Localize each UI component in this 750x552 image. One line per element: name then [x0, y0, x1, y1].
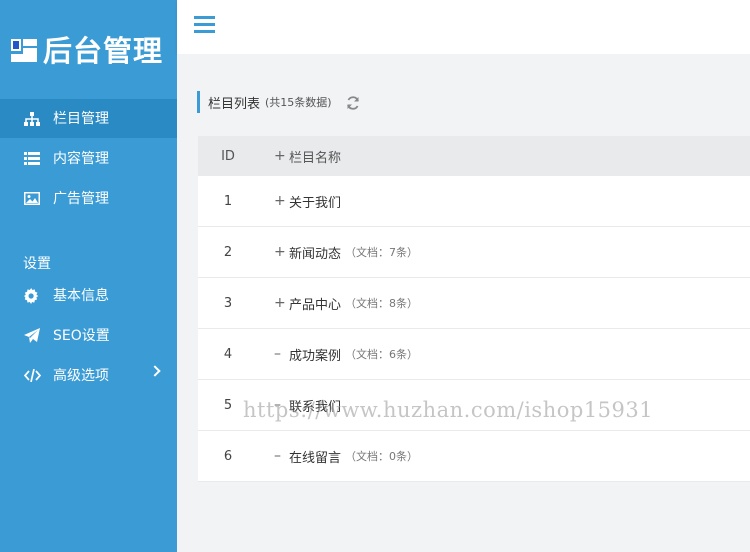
row-name-cell: – 成功案例 （文档：6条） — [258, 345, 418, 364]
sidebar-item-label: 高级选项 — [53, 367, 109, 384]
table-row: 2 + 新闻动态 （文档：7条） — [198, 227, 750, 278]
table-row: 6 – 在线留言 （文档：0条） — [198, 431, 750, 482]
category-name[interactable]: 在线留言 — [289, 447, 341, 466]
doc-count: （文档：7条） — [345, 246, 419, 259]
chevron-right-icon — [149, 365, 161, 377]
row-name-cell: + 新闻动态 （文档：7条） — [258, 243, 418, 262]
row-id: 2 — [223, 244, 233, 260]
row-name-cell: + 产品中心 （文档：8条） — [258, 294, 418, 313]
column-header-id: ID — [221, 148, 235, 164]
column-header-name-label: 栏目名称 — [289, 150, 342, 166]
logo-icon — [11, 37, 39, 65]
sidebar-item-label: 栏目管理 — [53, 110, 109, 127]
category-table: ID + 栏目名称 1 + 关于我们 2 + 新闻动态 （文档：7条） 3 + … — [198, 136, 750, 482]
sidebar-item-basic-info[interactable]: 基本信息 — [0, 276, 177, 315]
table-row: 3 + 产品中心 （文档：8条） — [198, 278, 750, 329]
table-row: 1 + 关于我们 — [198, 176, 750, 227]
category-name[interactable]: 新闻动态 — [289, 243, 341, 262]
logo-text: 后台管理 — [43, 34, 164, 68]
row-id: 1 — [223, 193, 233, 209]
top-header — [177, 0, 750, 54]
row-id: 6 — [223, 448, 233, 464]
sidebar-item-seo[interactable]: SEO设置 — [0, 316, 177, 355]
sitemap-icon — [23, 110, 41, 128]
sidebar-item-ads[interactable]: 广告管理 — [0, 179, 177, 218]
table-header: ID + 栏目名称 — [198, 136, 750, 176]
doc-count: （文档：6条） — [345, 348, 419, 361]
watermark: https://www.huzhan.com/ishop15931 — [243, 398, 654, 422]
collapse-toggle[interactable]: – — [274, 346, 284, 362]
header-prefix: + — [274, 148, 286, 164]
category-name[interactable]: 产品中心 — [289, 294, 341, 313]
collapse-toggle[interactable]: – — [274, 448, 284, 464]
sidebar: 后台管理 栏目管理 内容管理 广告管理 设置 基本信息 SEO设置 高级选项 — [0, 0, 177, 552]
menu-toggle-icon[interactable] — [194, 16, 216, 34]
expand-toggle[interactable]: + — [274, 295, 286, 311]
column-header-name: + 栏目名称 — [258, 147, 341, 166]
sidebar-item-label: 内容管理 — [53, 150, 109, 167]
sidebar-item-category[interactable]: 栏目管理 — [0, 99, 177, 138]
gear-icon — [23, 287, 41, 305]
expand-toggle[interactable]: + — [274, 244, 286, 260]
page-title: 栏目列表 — [208, 96, 261, 112]
sidebar-item-advanced[interactable]: 高级选项 — [0, 356, 177, 395]
category-name[interactable]: 关于我们 — [289, 192, 341, 211]
sidebar-item-label: 基本信息 — [53, 287, 109, 304]
row-id: 3 — [223, 295, 233, 311]
record-count: (共15条数据) — [265, 96, 332, 109]
sidebar-item-label: SEO设置 — [53, 327, 110, 344]
sidebar-item-content[interactable]: 内容管理 — [0, 139, 177, 178]
code-icon — [23, 367, 41, 385]
list-icon — [23, 150, 41, 168]
table-row: 4 – 成功案例 （文档：6条） — [198, 329, 750, 380]
row-name-cell: + 关于我们 — [258, 192, 345, 211]
paper-plane-icon — [23, 327, 41, 345]
settings-section-title: 设置 — [23, 256, 51, 272]
logo: 后台管理 — [11, 34, 163, 68]
doc-count: （文档：0条） — [345, 450, 419, 463]
expand-toggle[interactable]: + — [274, 193, 286, 209]
refresh-icon[interactable] — [346, 95, 360, 110]
image-icon — [23, 190, 41, 208]
list-header: 栏目列表 (共15条数据) — [197, 91, 360, 113]
sidebar-item-label: 广告管理 — [53, 190, 109, 207]
row-id: 4 — [223, 346, 233, 362]
doc-count: （文档：8条） — [345, 297, 419, 310]
category-name[interactable]: 成功案例 — [289, 345, 341, 364]
row-name-cell: – 在线留言 （文档：0条） — [258, 447, 418, 466]
